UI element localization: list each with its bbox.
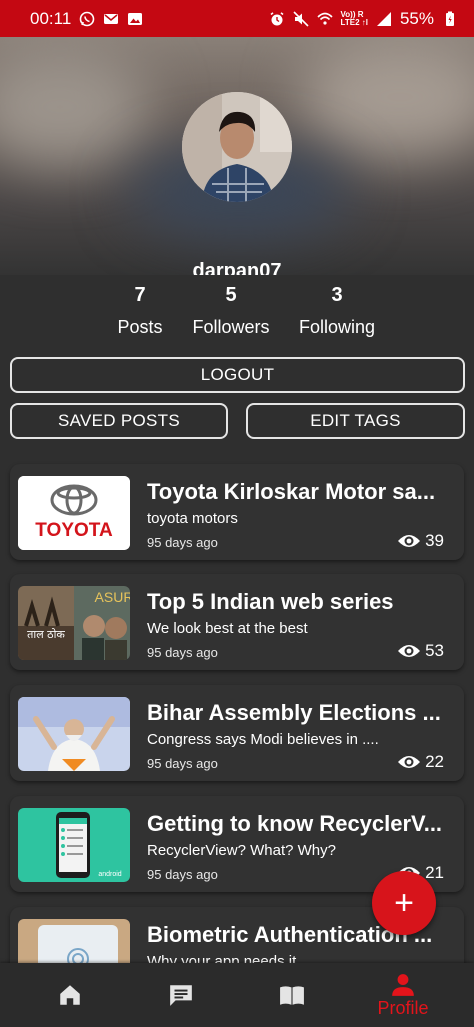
post-thumbnail-toyota: TOYOTA xyxy=(18,476,130,550)
stat-following-label: Following xyxy=(298,317,376,337)
battery-percent: 55% xyxy=(399,8,434,28)
nav-home[interactable] xyxy=(11,963,129,1027)
eye-icon xyxy=(398,756,421,768)
stat-followers[interactable]: 5 Followers xyxy=(176,284,286,338)
status-left: 00:11 xyxy=(30,9,143,29)
post-views: 53 xyxy=(397,641,444,661)
post-views-count: 22 xyxy=(425,752,444,771)
post-time: 95 days ago xyxy=(147,756,218,771)
saved-posts-button[interactable]: SAVED POSTS xyxy=(10,403,228,439)
message-icon xyxy=(103,11,119,27)
post-views-count: 21 xyxy=(425,863,444,882)
chat-icon xyxy=(170,985,192,1006)
toyota-wordmark: TOYOTA xyxy=(35,520,113,541)
eye-icon xyxy=(398,535,421,547)
profile-avatar[interactable] xyxy=(182,92,292,202)
post-card[interactable]: ताल ठोक ASUR Top 5 Indian web series We … xyxy=(10,574,464,670)
post-subtitle: RecyclerView? What? Why? xyxy=(147,842,336,859)
person-icon xyxy=(392,973,414,996)
post-card[interactable]: TOYOTA Toyota Kirloskar Motor sa... toyo… xyxy=(10,464,464,560)
eye-icon xyxy=(398,645,421,657)
post-subtitle: We look best at the best xyxy=(147,620,308,637)
edit-tags-button[interactable]: EDIT TAGS xyxy=(246,403,465,439)
nav-profile-label: Profile xyxy=(377,997,429,1018)
mute-icon xyxy=(292,10,309,27)
post-time: 95 days ago xyxy=(147,867,218,882)
battery-charging-icon xyxy=(442,11,458,27)
book-icon xyxy=(280,986,304,1005)
stat-followers-value: 5 xyxy=(225,284,237,306)
signal-icon xyxy=(376,11,392,27)
profile-stats: 7 Posts 5 Followers 3 Following xyxy=(0,284,474,344)
status-right: Vo)) R LTE2 ↑l 55% xyxy=(269,9,458,29)
nav-profile[interactable]: Profile xyxy=(344,963,462,1027)
stat-following[interactable]: 3 Following xyxy=(282,284,392,338)
asur-text: ASUR xyxy=(95,589,130,605)
post-thumbnail-web-series: ताल ठोक ASUR xyxy=(18,586,130,660)
post-card[interactable]: Bihar Assembly Elections ... Congress sa… xyxy=(10,685,464,781)
post-views: 22 xyxy=(397,752,444,772)
post-subtitle: toyota motors xyxy=(147,510,238,527)
logout-button[interactable]: LOGOUT xyxy=(10,357,465,393)
post-thumbnail-android: android xyxy=(18,808,130,882)
post-title: Toyota Kirloskar Motor sa... xyxy=(147,479,436,504)
post-time: 95 days ago xyxy=(147,645,218,660)
nav-read[interactable] xyxy=(233,963,351,1027)
post-views-count: 53 xyxy=(425,641,444,660)
stat-followers-label: Followers xyxy=(192,317,270,337)
profile-header: darpan07 xyxy=(0,37,474,275)
add-post-button[interactable]: + xyxy=(372,871,436,935)
post-title: Bihar Assembly Elections ... xyxy=(147,700,441,725)
profile-username: darpan07 xyxy=(192,260,282,275)
taal-thok-text: ताल ठोक xyxy=(27,628,65,641)
image-icon xyxy=(127,11,143,27)
post-views-count: 39 xyxy=(425,531,444,550)
whatsapp-icon xyxy=(79,11,95,27)
alarm-icon xyxy=(269,11,285,27)
status-time: 00:11 xyxy=(30,8,72,28)
status-bar: 00:11 Vo)) R LTE2 ↑l 55% xyxy=(0,0,474,37)
network-label: Vo)) R LTE2 ↑l xyxy=(340,9,368,27)
stat-following-value: 3 xyxy=(331,284,343,306)
post-title: Top 5 Indian web series xyxy=(147,589,394,614)
post-time: 95 days ago xyxy=(147,535,218,550)
post-title: Getting to know RecyclerV... xyxy=(147,811,443,836)
home-icon xyxy=(60,985,80,1005)
bottom-navigation: Profile xyxy=(0,963,474,1027)
post-thumbnail-politician xyxy=(18,697,130,771)
nav-chat[interactable] xyxy=(122,963,240,1027)
wifi-icon xyxy=(316,11,333,27)
post-views: 39 xyxy=(397,531,444,551)
android-text: android xyxy=(98,871,121,878)
post-subtitle: Congress says Modi believes in .... xyxy=(147,731,379,748)
